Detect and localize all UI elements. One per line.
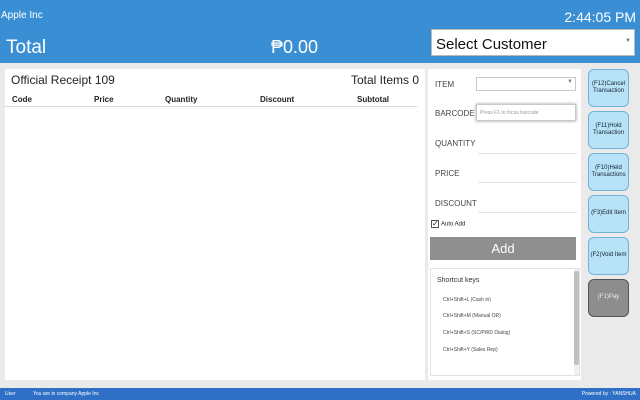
- column-price: Price: [94, 95, 114, 104]
- barcode-input[interactable]: Press F1 to focus barcode: [476, 104, 576, 121]
- price-label: PRICE: [435, 169, 460, 178]
- customer-select[interactable]: Select Customer ▼: [431, 29, 635, 56]
- column-discount: Discount: [260, 95, 295, 104]
- receipt-panel: Official Receipt 109 Total Items 0 Code …: [5, 69, 425, 380]
- shortcut-keys-panel: Shortcut keys Ctrl+Shift+L (Cash in) Ctr…: [430, 268, 580, 376]
- pay-button[interactable]: (F1)Pay: [588, 279, 629, 317]
- discount-label: DISCOUNT: [435, 199, 477, 208]
- auto-add-toggle[interactable]: ✓ Auto Add: [431, 220, 465, 228]
- hold-transaction-button[interactable]: (F11)Hold Transaction: [588, 111, 629, 149]
- header-bar: Apple Inc 2:44:05 PM Total ₱0.00 Select …: [0, 0, 640, 63]
- scrollbar-thumb[interactable]: [574, 271, 579, 365]
- shortcut-cash-in: Ctrl+Shift+L (Cash in): [443, 297, 491, 303]
- quantity-label: QUANTITY: [435, 139, 476, 148]
- auto-add-label: Auto Add: [441, 221, 466, 228]
- edit-item-button[interactable]: (F3)Edit Item: [588, 195, 629, 233]
- shortcut-manual-or: Ctrl+Shift+M (Manual OR): [443, 313, 501, 319]
- shortcut-sc-pwd-dialog: Ctrl+Shift+S (SC/PWD Dialog): [443, 330, 511, 336]
- item-label: ITEM: [435, 80, 455, 89]
- barcode-label: BARCODE: [435, 109, 475, 118]
- chevron-down-icon: ▼: [567, 79, 573, 85]
- status-bar: User You are in company Apple Inc Powere…: [0, 388, 640, 400]
- discount-input[interactable]: [478, 212, 577, 213]
- checkmark-icon[interactable]: ✓: [431, 220, 439, 228]
- held-transactions-button[interactable]: (F10)Held Transactions: [588, 153, 629, 191]
- receipt-table-header: Code Price Quantity Discount Subtotal: [5, 93, 417, 107]
- item-select[interactable]: ▼: [476, 77, 576, 91]
- company-name: Apple Inc: [1, 10, 43, 21]
- total-label: Total: [6, 37, 47, 58]
- chevron-down-icon: ▼: [625, 38, 631, 44]
- shortcut-sales-rep: Ctrl+Shift+Y (Sales Rep): [443, 347, 498, 353]
- powered-by: Powered by : YANSHUA: [581, 391, 636, 397]
- price-input[interactable]: [478, 182, 577, 183]
- company-status: You are in company Apple Inc: [33, 391, 99, 397]
- add-button[interactable]: Add: [430, 237, 576, 260]
- total-amount: ₱0.00: [271, 37, 319, 57]
- customer-select-value: Select Customer: [436, 36, 547, 53]
- user-link[interactable]: User: [5, 391, 16, 397]
- current-time: 2:44:05 PM: [564, 9, 636, 25]
- column-quantity: Quantity: [165, 95, 198, 104]
- cancel-transaction-button[interactable]: (F12)Cancel Transaction: [588, 69, 629, 107]
- quantity-input[interactable]: [478, 153, 577, 154]
- shortcut-keys-title: Shortcut keys: [437, 277, 480, 284]
- pos-window: Apple Inc 2:44:05 PM Total ₱0.00 Select …: [0, 0, 640, 400]
- item-entry-panel: ITEM ▼ BARCODE Press F1 to focus barcode…: [428, 69, 581, 380]
- void-item-button[interactable]: (F2)Void Item: [588, 237, 629, 275]
- column-subtotal: Subtotal: [357, 95, 389, 104]
- receipt-title: Official Receipt 109: [11, 73, 115, 87]
- shortcut-scrollbar[interactable]: [574, 269, 579, 375]
- column-code: Code: [12, 95, 32, 104]
- total-items: Total Items 0: [350, 73, 419, 87]
